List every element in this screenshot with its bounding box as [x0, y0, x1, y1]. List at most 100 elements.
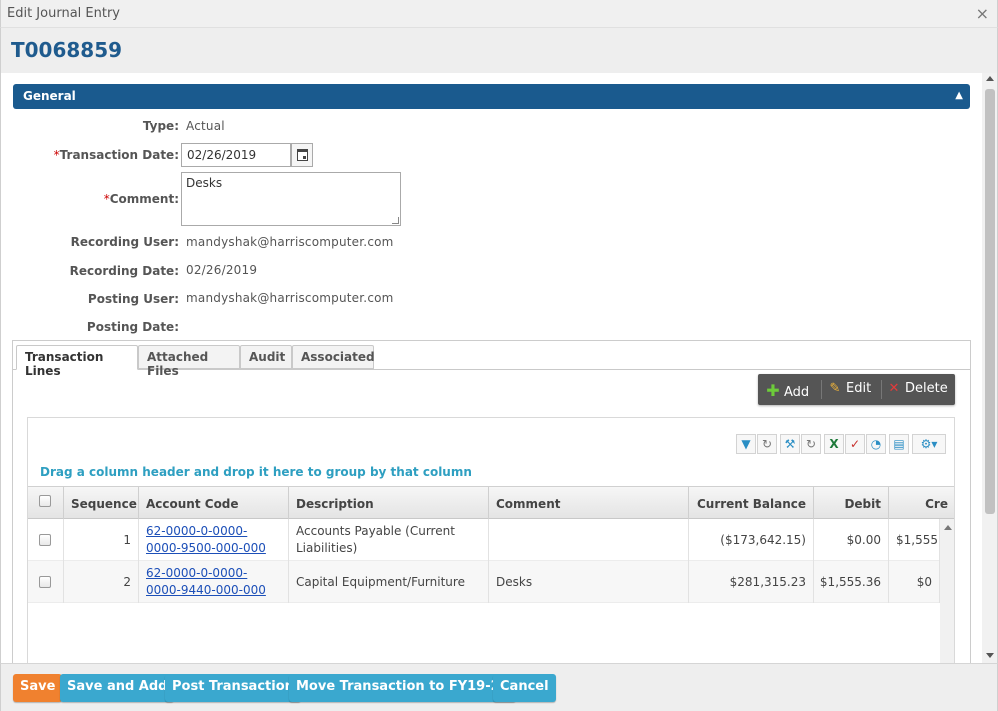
scrollbar-thumb[interactable]: [985, 89, 995, 514]
toolbar-divider: [821, 380, 822, 399]
comment-text: Desks: [186, 176, 223, 190]
recording-date-label: Recording Date:: [69, 264, 179, 278]
page-title: T0068859: [11, 38, 123, 62]
close-icon[interactable]: ×: [976, 4, 989, 23]
column-header-description[interactable]: Description: [289, 487, 489, 520]
comment-textarea[interactable]: Desks: [181, 172, 401, 226]
posting-user-value: mandyshak@harriscomputer.com: [186, 291, 394, 305]
account-code-link[interactable]: 62-0000-0-0000-0000-9440-000-000: [146, 565, 281, 599]
delete-button[interactable]: ✕ Delete: [887, 374, 948, 405]
calendar-icon: [297, 149, 308, 161]
general-section-header[interactable]: General ▲: [13, 84, 970, 109]
account-code-cell: 62-0000-0-0000-0000-9440-000-000: [139, 561, 289, 603]
cancel-button[interactable]: Cancel: [493, 674, 556, 702]
column-header-sequence[interactable]: Sequence ↑: [64, 487, 139, 520]
credit-cell: $0: [889, 561, 940, 603]
add-label: Add: [784, 385, 810, 400]
comment-cell: Desks: [489, 561, 689, 603]
sequence-header-label: Sequence: [71, 497, 137, 511]
group-by-hint: Drag a column header and drop it here to…: [40, 465, 472, 479]
column-header-credit[interactable]: Cre: [889, 487, 954, 520]
plus-icon: ✚: [766, 381, 780, 400]
transaction-date-input[interactable]: 02/26/2019: [181, 143, 291, 167]
edit-button[interactable]: ✎ Edit: [828, 374, 872, 405]
transaction-date-label: *Transaction Date:: [1, 148, 179, 162]
dialog-scrollbar[interactable]: [982, 73, 998, 663]
transaction-date-label-text: Transaction Date:: [59, 148, 179, 162]
calendar-button[interactable]: [291, 143, 313, 167]
grid-action-toolbar: ✚ Add ✎ Edit ✕ Delete: [758, 374, 955, 405]
grid-tools: ▼ ↻ ⚒ ↻ X ✓ ◔ ▤ ⚙▾: [736, 434, 948, 454]
delete-label: Delete: [905, 381, 948, 396]
comment-cell: [489, 519, 689, 561]
type-value: Actual: [186, 119, 225, 133]
tab-associated[interactable]: Associated: [292, 345, 375, 369]
comment-label-text: Comment:: [109, 192, 179, 206]
page-header: T0068859: [0, 28, 998, 73]
row-checkbox[interactable]: [39, 576, 51, 588]
select-all-checkbox[interactable]: [39, 495, 51, 507]
debit-cell: $1,555.36: [814, 561, 889, 603]
row-checkbox[interactable]: [39, 534, 51, 546]
posting-user-label: Posting User:: [87, 292, 179, 306]
chart-icon[interactable]: ◔: [866, 434, 886, 454]
window-titlebar: Edit Journal Entry ×: [0, 0, 998, 28]
column-header-debit[interactable]: Debit: [814, 487, 889, 520]
reset-filter-icon[interactable]: ↻: [757, 434, 777, 454]
row-checkbox-cell: [28, 561, 64, 603]
post-transaction-button[interactable]: Post Transaction: [165, 674, 301, 702]
collapse-caret-icon[interactable]: ▲: [955, 90, 963, 101]
recording-date-value: 02/26/2019: [186, 263, 258, 277]
posting-date-label: Posting Date:: [86, 320, 179, 334]
recording-user-label: Recording User:: [70, 235, 179, 249]
scroll-down-arrow-icon[interactable]: [986, 653, 994, 658]
table-row[interactable]: 1 62-0000-0-0000-0000-9500-000-000 Accou…: [28, 519, 940, 561]
pencil-icon: ✎: [829, 381, 841, 396]
excel-export-icon[interactable]: X: [824, 434, 844, 454]
column-header-comment[interactable]: Comment: [489, 487, 689, 520]
account-code-link[interactable]: 62-0000-0-0000-0000-9500-000-000: [146, 523, 281, 557]
description-cell: Capital Equipment/Furniture: [289, 561, 489, 603]
recording-user-value: mandyshak@harriscomputer.com: [186, 235, 394, 249]
tab-audit[interactable]: Audit: [240, 345, 292, 369]
settings-gear-icon[interactable]: ⚙▾: [912, 434, 946, 454]
save-button[interactable]: Save: [13, 674, 63, 702]
transaction-tabs-panel: Transaction Lines Attached Files Audit A…: [12, 340, 971, 663]
column-header-account-code[interactable]: Account Code: [139, 487, 289, 520]
tab-attached-files[interactable]: Attached Files: [138, 345, 240, 378]
current-balance-cell: $281,315.23: [689, 561, 814, 603]
scroll-up-arrow-icon[interactable]: [986, 76, 994, 81]
row-checkbox-cell: [28, 519, 64, 561]
credit-cell: $1,555: [889, 519, 940, 561]
window-title: Edit Journal Entry: [7, 6, 120, 21]
grid-body: 1 62-0000-0-0000-0000-9500-000-000 Accou…: [28, 519, 940, 663]
wrench-icon[interactable]: ⚒: [780, 434, 800, 454]
tab-transaction-lines[interactable]: Transaction Lines: [16, 345, 138, 378]
column-header-current-balance[interactable]: Current Balance: [689, 487, 814, 520]
select-all-checkbox-cell: [28, 487, 64, 520]
sequence-cell: 2: [64, 561, 139, 603]
delete-x-icon: ✕: [888, 381, 900, 396]
section-title: General: [23, 89, 76, 103]
pdf-export-icon[interactable]: ✓: [845, 434, 865, 454]
table-row[interactable]: 2 62-0000-0-0000-0000-9440-000-000 Capit…: [28, 561, 940, 603]
account-code-cell: 62-0000-0-0000-0000-9500-000-000: [139, 519, 289, 561]
debit-cell: $0.00: [814, 519, 889, 561]
filter-icon[interactable]: ▼: [736, 434, 756, 454]
add-button[interactable]: ✚ Add: [766, 374, 809, 405]
grid-header-row: Sequence ↑ Account Code Description Comm…: [28, 486, 954, 520]
sequence-cell: 1: [64, 519, 139, 561]
document-icon[interactable]: ▤: [889, 434, 909, 454]
type-label: Type:: [142, 119, 179, 133]
description-cell: Accounts Payable (Current Liabilities): [289, 519, 489, 561]
edit-label: Edit: [846, 381, 872, 396]
save-and-add-button[interactable]: Save and Add: [60, 674, 175, 702]
toolbar-divider: [881, 380, 882, 399]
reset-layout-icon[interactable]: ↻: [801, 434, 821, 454]
comment-label: *Comment:: [1, 192, 179, 206]
dialog-content: General ▲ Type: Actual *Transaction Date…: [0, 73, 982, 663]
resize-grip-icon[interactable]: [392, 217, 399, 224]
grid-scrollbar[interactable]: [940, 519, 954, 663]
move-transaction-button[interactable]: Move Transaction to FY19-20: [289, 674, 516, 702]
scroll-up-arrow-icon[interactable]: [944, 525, 952, 530]
